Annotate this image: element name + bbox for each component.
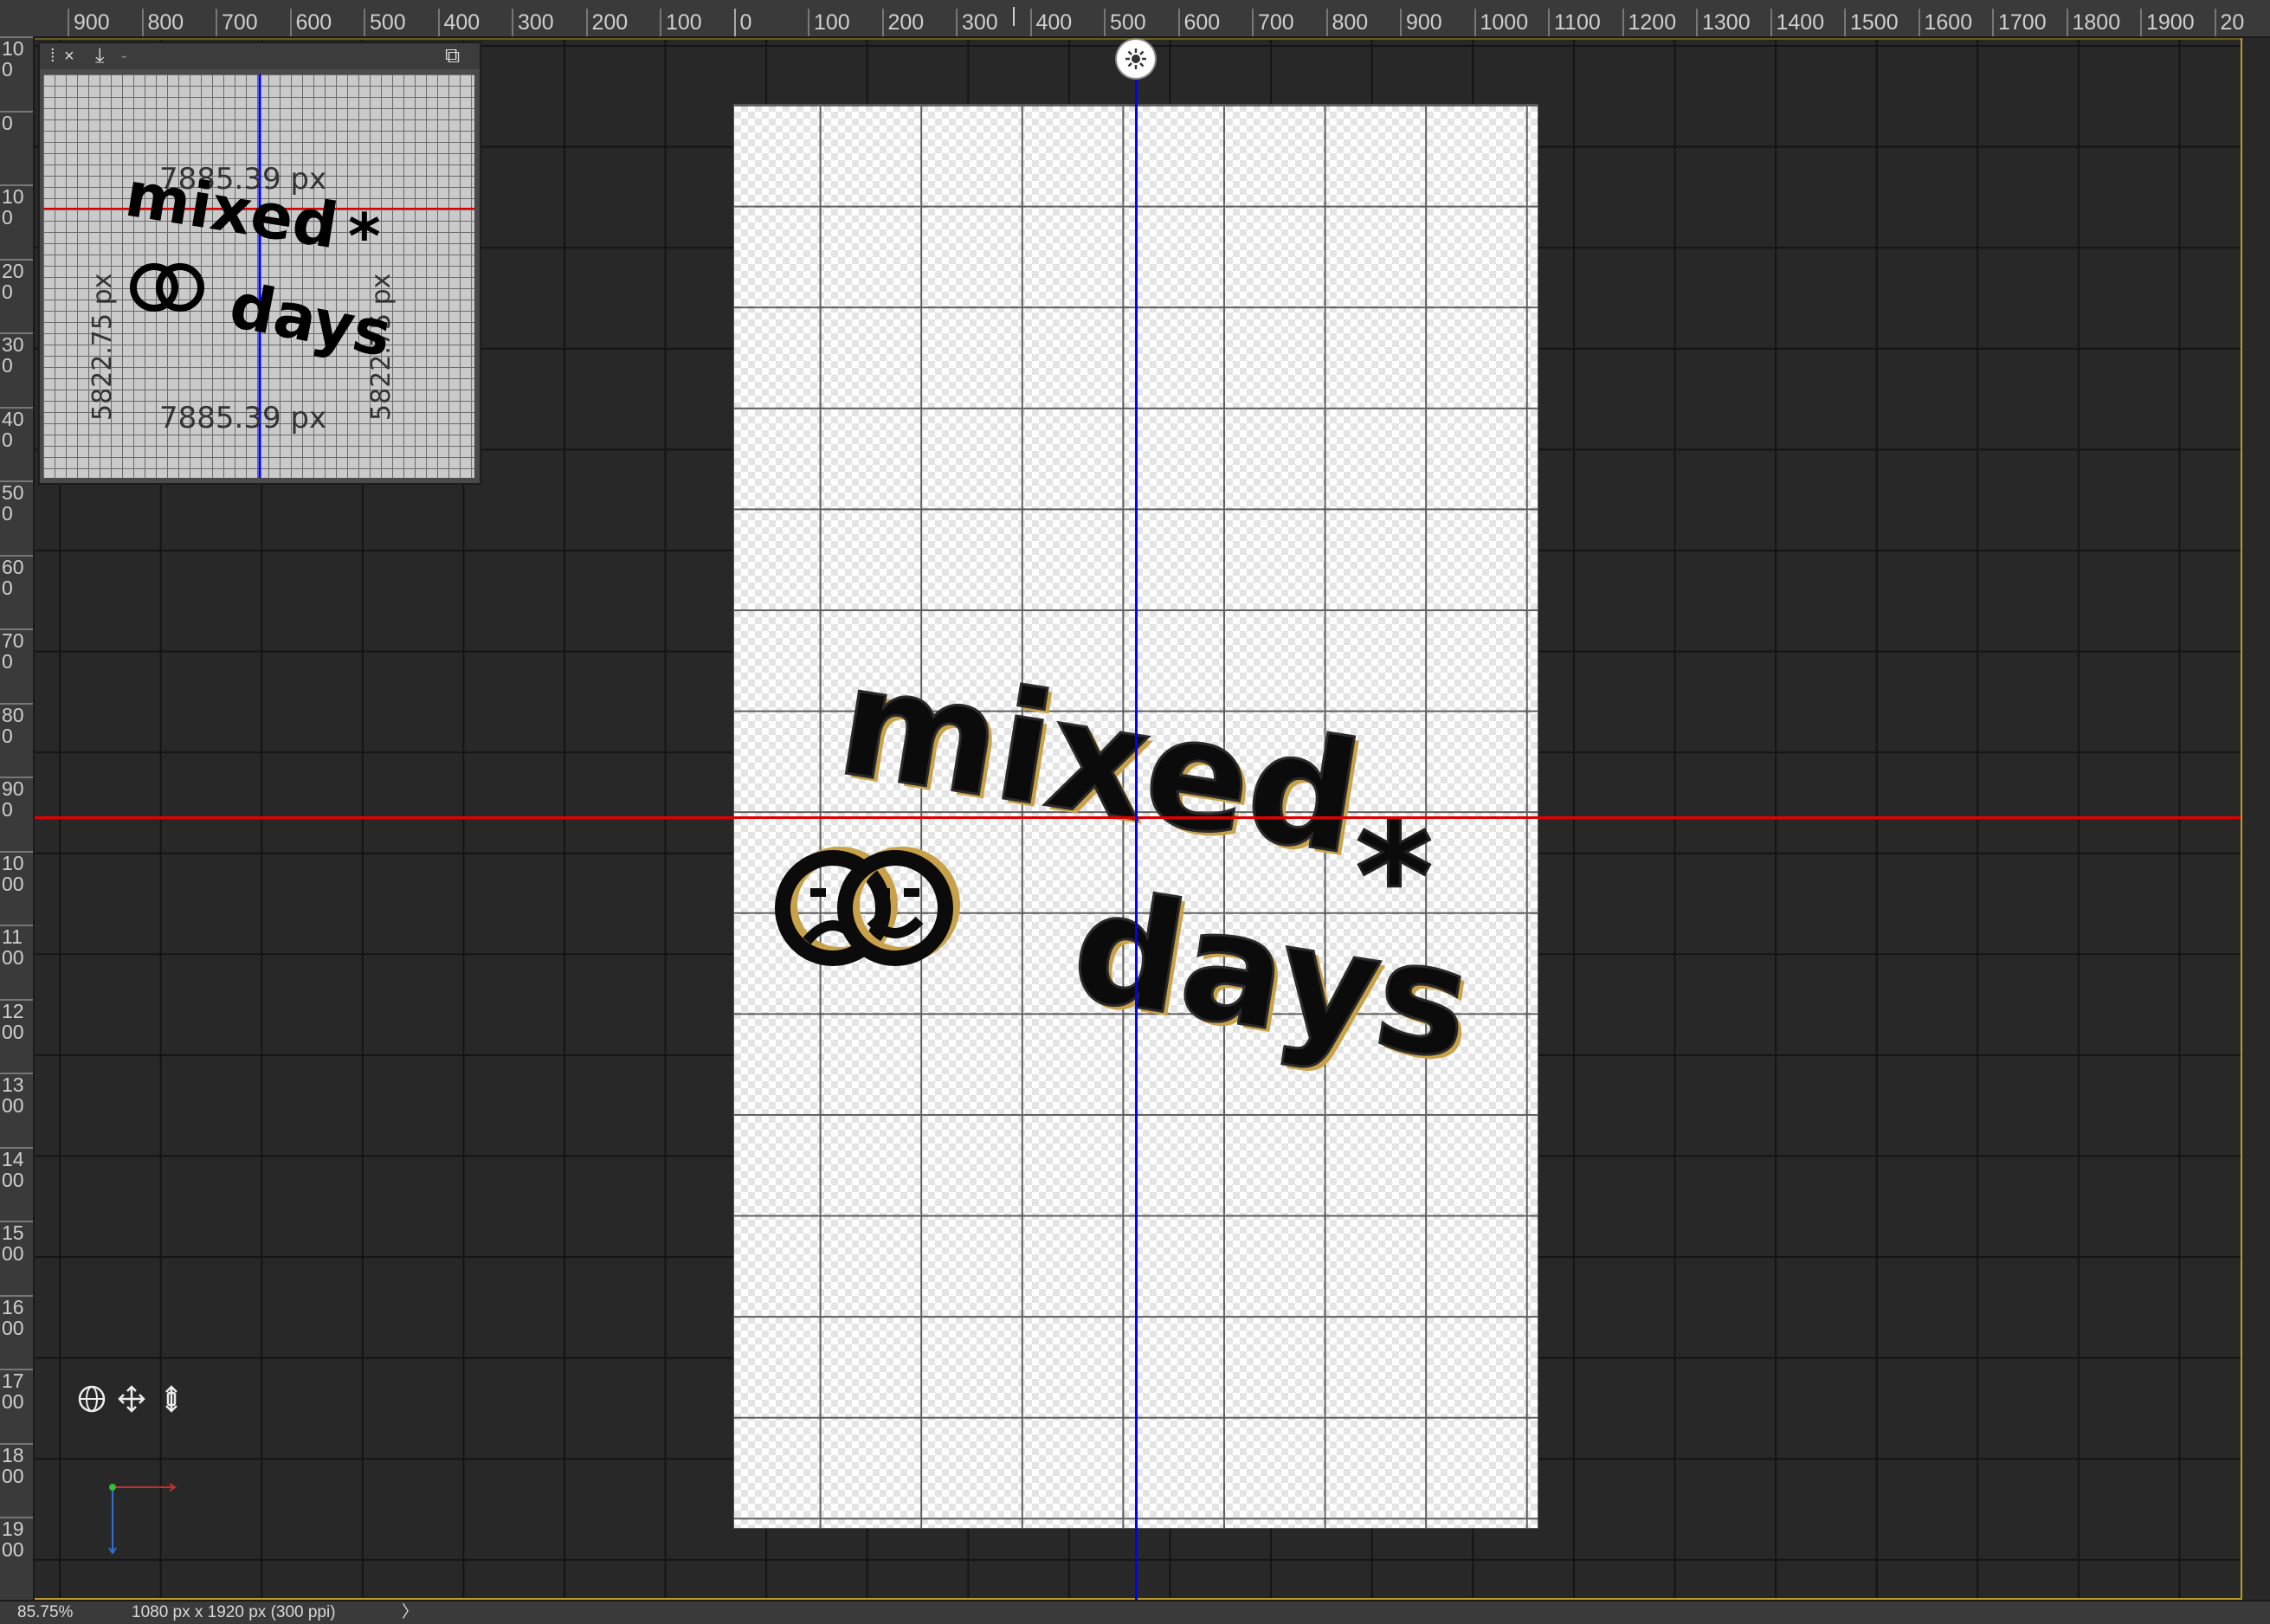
ruler-tick-label: 1000 [1474,9,1528,36]
ruler-tick-label: 300 [956,9,998,36]
ruler-tick-label: 20 [2214,9,2244,36]
ruler-tick-label: 900 [68,9,110,36]
ruler-tick-label: 800 [1325,9,1368,36]
ruler-tick-label: 1500 [0,1221,33,1264]
ruler-tick-label: 1500 [1844,9,1899,36]
ruler-tick-label: 1700 [0,1369,33,1412]
ruler-tick-label: 200 [0,258,33,302]
ruler-tick-label: 0 [0,110,33,133]
top-ruler[interactable]: 900 800 700 600 500 400 300 200 100 0 100 200 300 400… [0,0,2270,38]
axis-gizmo[interactable] [106,1477,184,1555]
move-arrows-icon [118,1385,145,1413]
faces-icon [775,847,960,966]
workspace-border-right [2241,38,2242,1601]
dimension-left-label: 5822.75 px [87,274,118,421]
left-ruler[interactable]: 100 0 100 200 300 400 500 600 700 800 900 1000 1100 1… [0,36,35,1600]
preview-asterisk: * [348,200,381,273]
ruler-tick-label: 1400 [1770,9,1824,36]
pan-tool-button[interactable] [116,1383,147,1415]
ruler-tick-label: 800 [141,9,184,36]
ruler-tick-label: 300 [512,9,554,36]
ruler-tick-label: 1300 [0,1073,33,1116]
navigator-titlebar[interactable]: ⁞ × ⤓ - ⧉ [40,43,480,69]
zoom-level[interactable]: 85.75% [17,1601,73,1624]
dimension-bottom-label: 7885.39 px [159,401,326,435]
ruler-tick-label: 1100 [0,925,33,968]
ruler-tick-label: 1900 [0,1517,33,1560]
ruler-tick-label: 400 [437,9,480,36]
ruler-tick-label: 700 [216,9,258,36]
ruler-tick-label: 100 [0,36,33,80]
dolly-tool-button[interactable] [156,1383,187,1415]
ruler-tick-label: 100 [0,184,33,228]
ruler-tick-label: 600 [289,9,332,36]
ruler-tick-label: 800 [0,702,33,746]
ruler-tick-label: 400 [0,406,33,450]
ruler-tick-label: 1900 [2140,9,2195,36]
ruler-tick-label: 700 [1252,9,1294,36]
ruler-tick-label: 900 [0,777,33,820]
panel-menu-icon[interactable]: ⁞ [50,46,55,67]
happy-face-icon [837,847,960,966]
ruler-tick-label: 700 [0,628,33,672]
ruler-tick-label: 100 [660,9,702,36]
vertical-arrow-icon [165,1385,177,1413]
light-source-handle[interactable] [1117,40,1155,78]
ruler-tick-label: 1000 [0,850,33,894]
horizontal-guide[interactable] [35,816,2241,819]
ruler-tick-label: 1800 [2066,9,2120,36]
orbit-tool-button[interactable] [76,1383,107,1415]
ruler-tick-label: 900 [1400,9,1442,36]
ruler-tick-label: 500 [0,480,33,524]
panel-divider: - [121,47,127,66]
ruler-tick-label: 1300 [1696,9,1751,36]
ruler-tick-label: 600 [0,554,33,598]
vertical-guide[interactable] [1135,80,1138,1600]
ruler-tick-label: 400 [1029,9,1072,36]
ruler-tick-label: 500 [364,9,406,36]
ruler-tick-label: 1600 [0,1294,33,1338]
ruler-tick-label: 0 [733,9,751,36]
document-info: 1080 px x 1920 px (300 ppi) [132,1603,336,1621]
ruler-tick-label: 300 [0,332,33,376]
ruler-tick-label: 1400 [0,1146,33,1190]
ruler-tick-label: 200 [585,9,628,36]
ruler-position-marker [1013,7,1015,26]
ruler-tick-label: 1100 [1548,9,1601,36]
ruler-tick-label: 1600 [1918,9,1972,36]
ruler-tick-label: 1700 [1992,9,2047,36]
status-more-arrow[interactable]: 〉 [402,1601,418,1624]
ruler-tick-label: 1800 [0,1442,33,1486]
navigator-panel[interactable]: ⁞ × ⤓ - ⧉ 7885.39 px 7885.39 px 5822.75 … [38,42,481,485]
sun-icon [1125,48,1146,69]
navigator-preview[interactable]: 7885.39 px 7885.39 px 5822.75 px 5822.75… [43,74,474,478]
panel-close-button[interactable]: × [64,46,74,67]
ruler-tick-label: 1200 [0,998,33,1042]
ruler-tick-label: 100 [808,9,850,36]
globe-icon [78,1385,106,1413]
ruler-tick-label: 600 [1177,9,1220,36]
ruler-tick-label: 1200 [1622,9,1676,36]
panel-expand-icon[interactable]: ⧉ [445,46,460,67]
ruler-tick-label: 500 [1104,9,1146,36]
preview-faces-icon [130,263,204,312]
navigator-preview-art: 7885.39 px 7885.39 px 5822.75 px 5822.75… [43,74,474,478]
ruler-tick-label: 200 [881,9,924,36]
status-bar: 85.75% 1080 px x 1920 px (300 ppi) 〉 [0,1600,2270,1624]
panel-save-icon[interactable]: ⤓ [95,46,105,67]
